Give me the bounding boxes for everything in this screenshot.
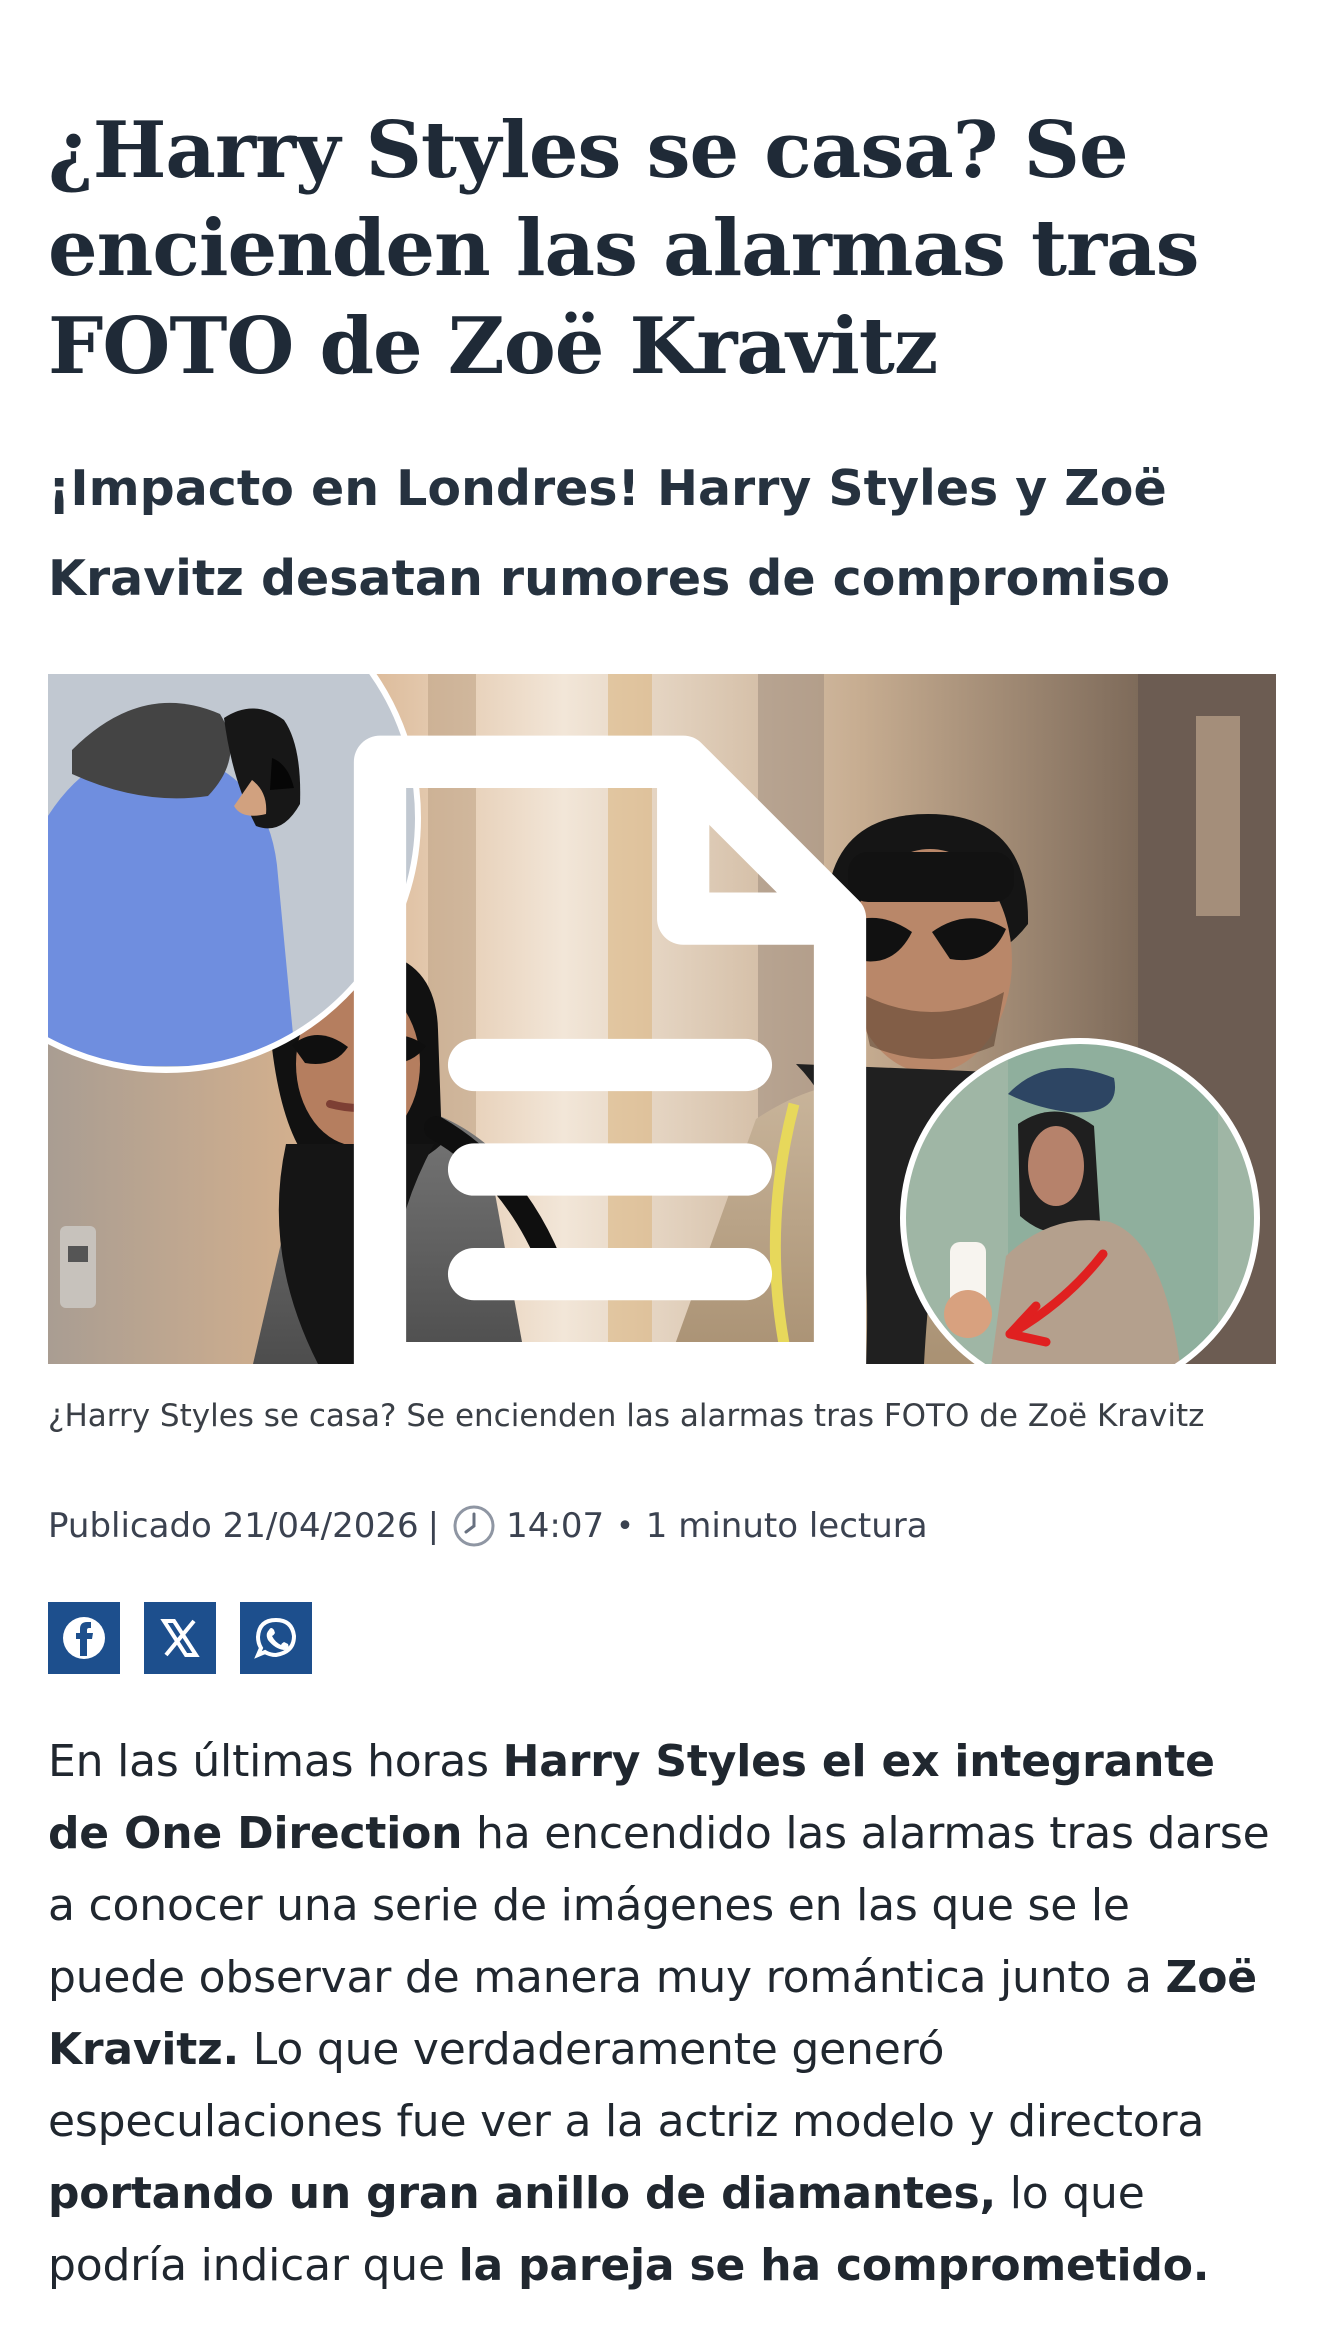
article-body: En las últimas horas Harry Styles el ex … [48,1726,1276,2302]
published-time: 14:07 [506,1506,605,1546]
facebook-share-button[interactable] [48,1602,120,1674]
meta-dot: • [616,1508,634,1544]
body-bold-text: portando un gran anillo de diamantes, [48,2168,996,2219]
meta-separator: | [427,1506,440,1546]
published-date: 21/04/2026 [222,1506,419,1546]
reading-time: 1 minuto lectura [645,1506,928,1546]
image-caption: ¿Harry Styles se casa? Se encienden las … [48,1398,1205,1434]
article-meta: Publicado 21/04/2026 | 14:07 • 1 minuto … [48,1502,1276,1550]
clock-icon [453,1505,495,1547]
x-icon [160,1619,200,1657]
article-headline: ¿Harry Styles se casa? Se encienden las … [48,105,1200,392]
whatsapp-icon [254,1617,297,1659]
article-subtitle: ¡Impacto en Londres! Harry Styles y Zoë … [48,460,1171,607]
document-icon[interactable] [48,720,1224,1364]
article-hero-image [48,674,1276,1364]
body-bold-text: la pareja se ha comprometido. [458,2240,1210,2291]
share-buttons [48,1602,312,1674]
published-label: Publicado [48,1506,212,1546]
whatsapp-share-button[interactable] [240,1602,312,1674]
body-text: En las últimas horas [48,1736,503,1787]
facebook-icon [63,1617,105,1659]
x-share-button[interactable] [144,1602,216,1674]
